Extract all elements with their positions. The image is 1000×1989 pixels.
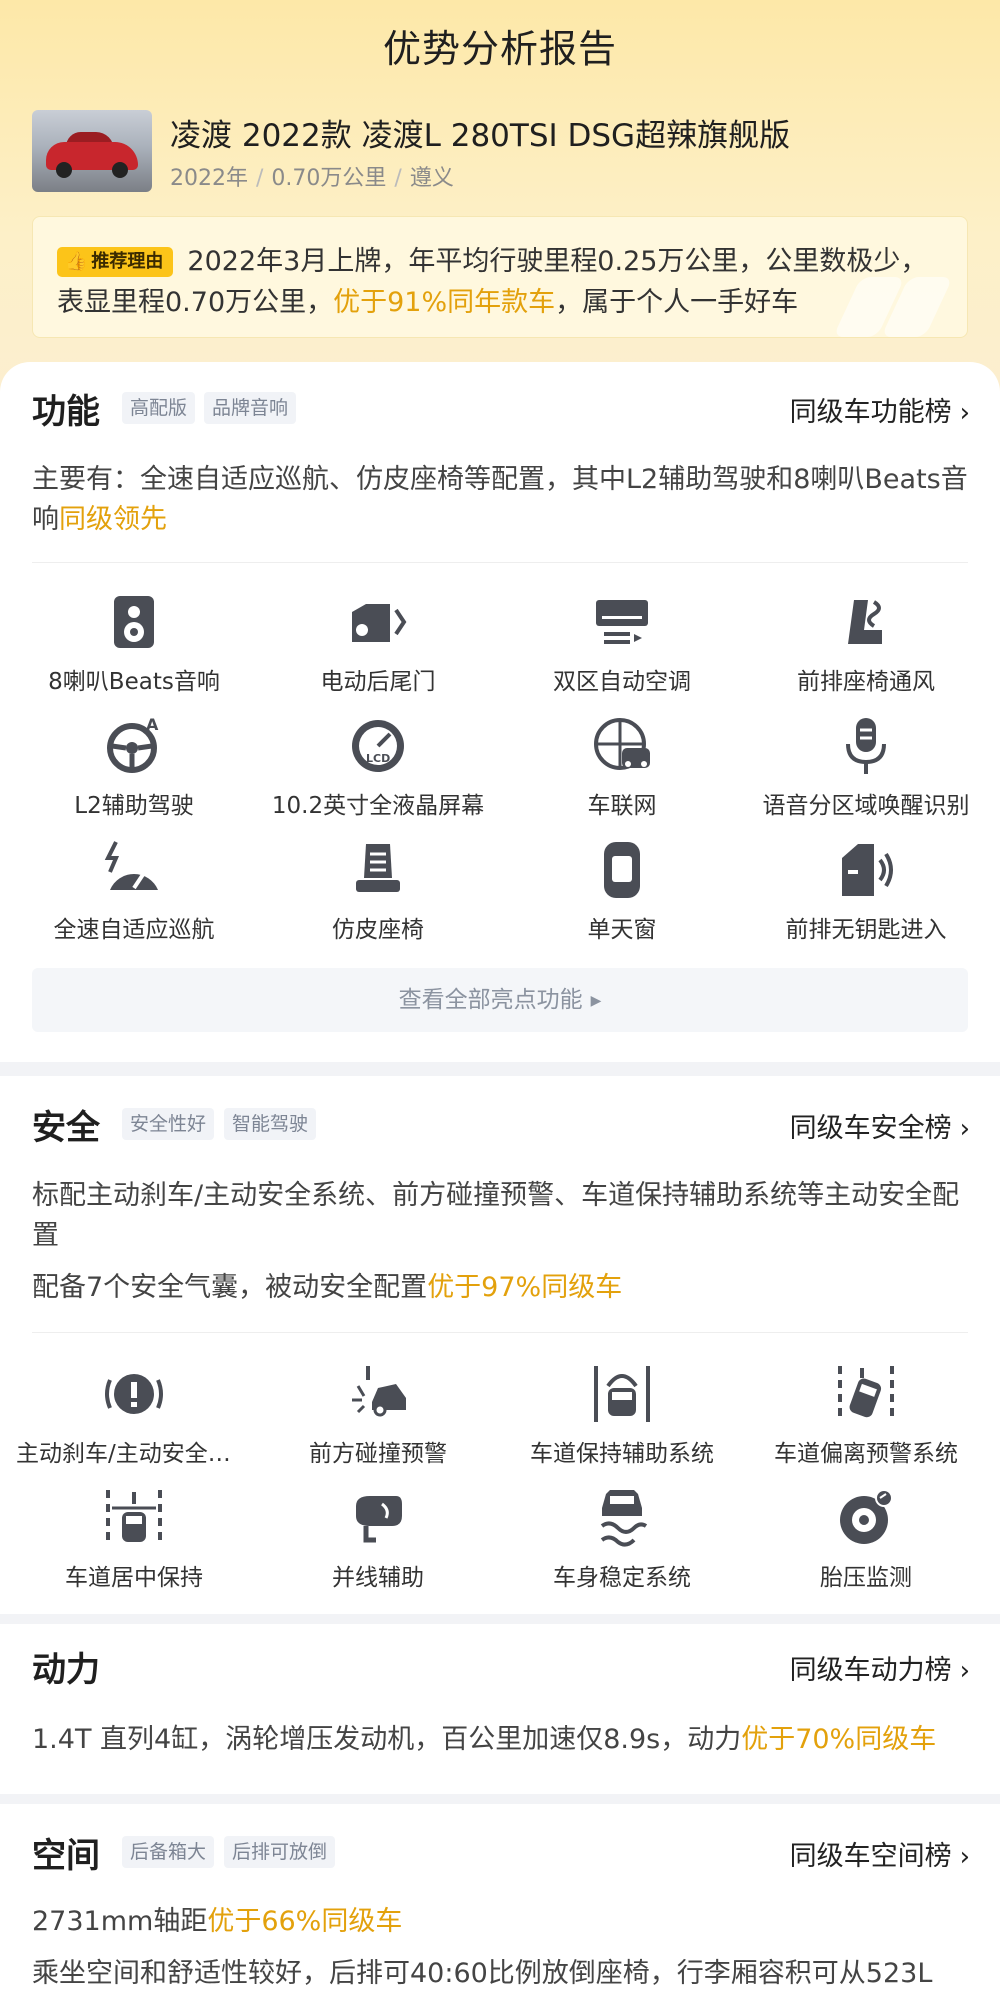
power-tailgate-icon [352,604,407,642]
safety-description: 标配主动刹车/主动安全系统、前方碰撞预警、车道保持辅助系统等主动安全配置 [32,1180,960,1251]
space-description: 乘坐空间和舒适性较好，后排可40:60比例放倒座椅，行李厢容积可从523L [32,1958,933,1989]
feature-item[interactable]: 并线辅助 [256,1486,500,1592]
section-title: 安全 [32,1108,100,1148]
thumbs-up-icon: 👍 [65,251,88,272]
feature-item[interactable]: 车身稳定系统 [500,1486,744,1592]
side-mirror-icon [356,1496,402,1543]
lcd-gauge-icon: LCD [352,720,404,772]
space-section: 空间 后备箱大 后排可放倒 同级车空间榜 › 2731mm轴距优于66%同级车 乘… [0,1804,1000,1989]
steering-wheel-icon: A [107,715,159,773]
chevron-right-icon: › [959,1656,970,1686]
recommendation-text: 👍 推荐理由 2022年3月上牌，年平均行驶里程0.25万公里，公里数极少，表显里程… [57,246,928,318]
feature-item[interactable]: LCD 10.2英寸全液晶屏幕 [256,714,500,820]
car-meta: 2022年/0.70万公里 / 遵义 [170,166,454,191]
collision-warning-icon [352,1366,406,1417]
chevron-right-icon: › [959,398,970,428]
tag: 品牌音响 [204,392,297,424]
feature-item[interactable]: 车道偏离预警系统 [744,1362,988,1468]
sunroof-icon [604,842,640,898]
car-city: 遵义 [409,166,454,191]
safety-section: 安全 安全性好 智能驾驶 同级车安全榜 › 标配主动刹车/主动安全系统、前方碰撞预… [0,1076,1000,1614]
divider [32,562,968,563]
svg-text:A: A [146,715,159,734]
function-section: 功能 高配版 品牌音响 同级车功能榜 › 主要有：全速自适应巡航、仿皮座椅等配置，… [0,362,1000,1062]
power-section: 动力 同级车动力榜 › 1.4T 直列4缸，涡轮增压发动机，百公里加速仅8.9s，… [0,1624,1000,1794]
air-conditioner-icon [596,600,648,644]
car-mileage: 0.70万公里 [271,166,387,191]
stability-control-icon [600,1490,648,1547]
tag: 后排可放倒 [224,1836,336,1868]
recommendation-box: 👍 推荐理由 2022年3月上牌，年平均行驶里程0.25万公里，公里数极少，表显里程… [32,216,968,338]
tag: 智能驾驶 [224,1108,317,1140]
section-title: 功能 [32,392,100,432]
seat-ventilation-icon [848,600,882,644]
car-thumbnail [32,110,152,192]
space-wheelbase-description: 2731mm轴距优于66%同级车 [32,1906,403,1937]
chevron-right-icon: › [959,1842,970,1872]
feature-item[interactable]: 车联网 [500,714,744,820]
power-description: 1.4T 直列4缸，涡轮增压发动机，百公里加速仅8.9s，动力优于70%同级车 [32,1724,937,1755]
safety-airbag-description: 配备7个安全气囊，被动安全配置优于97%同级车 [32,1272,623,1303]
feature-item[interactable]: 语音分区域唤醒识别 [744,714,988,820]
feature-item[interactable]: 前排无钥匙进入 [744,838,988,944]
triangle-right-icon: ▶ [590,993,602,1009]
recommendation-badge: 👍 推荐理由 [57,247,174,277]
connected-car-icon [594,718,650,770]
lane-departure-icon [838,1366,894,1422]
speaker-icon [114,596,154,648]
page-title: 优势分析报告 [382,27,617,71]
function-rank-link[interactable]: 同级车功能榜 › [790,390,970,429]
feature-item[interactable]: 胎压监测 [744,1486,988,1592]
feature-item[interactable]: 电动后尾门 [256,590,500,696]
view-all-features-button[interactable]: 查看全部亮点功能 ▶ [32,968,968,1032]
lane-center-icon [106,1490,162,1546]
feature-item[interactable]: 双区自动空调 [500,590,744,696]
feature-item[interactable]: A L2辅助驾驶 [12,714,256,820]
feature-item[interactable]: 车道保持辅助系统 [500,1362,744,1468]
microphone-icon [846,718,886,774]
feature-item[interactable]: 仿皮座椅 [256,838,500,944]
car-summary[interactable]: 凌渡 2022款 凌渡L 280TSI DSG超辣旗舰版 2022年/0.70万… [32,110,972,192]
feature-item[interactable]: 全速自适应巡航 [12,838,256,944]
svg-text:LCD: LCD [366,752,390,765]
recommendation-highlight: 优于91%同年款车 [333,287,556,318]
tag: 安全性好 [122,1108,215,1140]
power-rank-link[interactable]: 同级车动力榜 › [790,1648,970,1687]
chevron-right-icon: › [959,1114,970,1144]
feature-item[interactable]: 单天窗 [500,838,744,944]
leather-seat-icon [356,844,400,892]
safety-rank-link[interactable]: 同级车安全榜 › [790,1106,970,1145]
tag: 后备箱大 [122,1836,215,1868]
space-rank-link[interactable]: 同级车空间榜 › [790,1834,970,1873]
lane-keep-icon [594,1366,650,1422]
function-description: 主要有：全速自适应巡航、仿皮座椅等配置，其中L2辅助驾驶和8喇叭Beats音响同… [32,464,968,535]
feature-item[interactable]: 8喇叭Beats音响 [12,590,256,696]
feature-item[interactable]: 车道居中保持 [12,1486,256,1592]
car-name: 凌渡 2022款 凌渡L 280TSI DSG超辣旗舰版 [170,118,791,154]
section-title: 空间 [32,1836,100,1876]
cruise-gauge-icon [104,841,158,890]
tag: 高配版 [122,392,196,424]
feature-item[interactable]: 前排座椅通风 [744,590,988,696]
feature-item[interactable]: 前方碰撞预警 [256,1362,500,1468]
brake-warning-icon [105,1374,163,1414]
feature-item[interactable]: 主动刹车/主动安全系统 [12,1362,256,1468]
car-year: 2022年 [170,166,248,191]
tire-pressure-icon [840,1489,893,1544]
section-title: 动力 [32,1650,100,1690]
divider [32,1332,968,1333]
keyless-door-icon [842,844,893,896]
